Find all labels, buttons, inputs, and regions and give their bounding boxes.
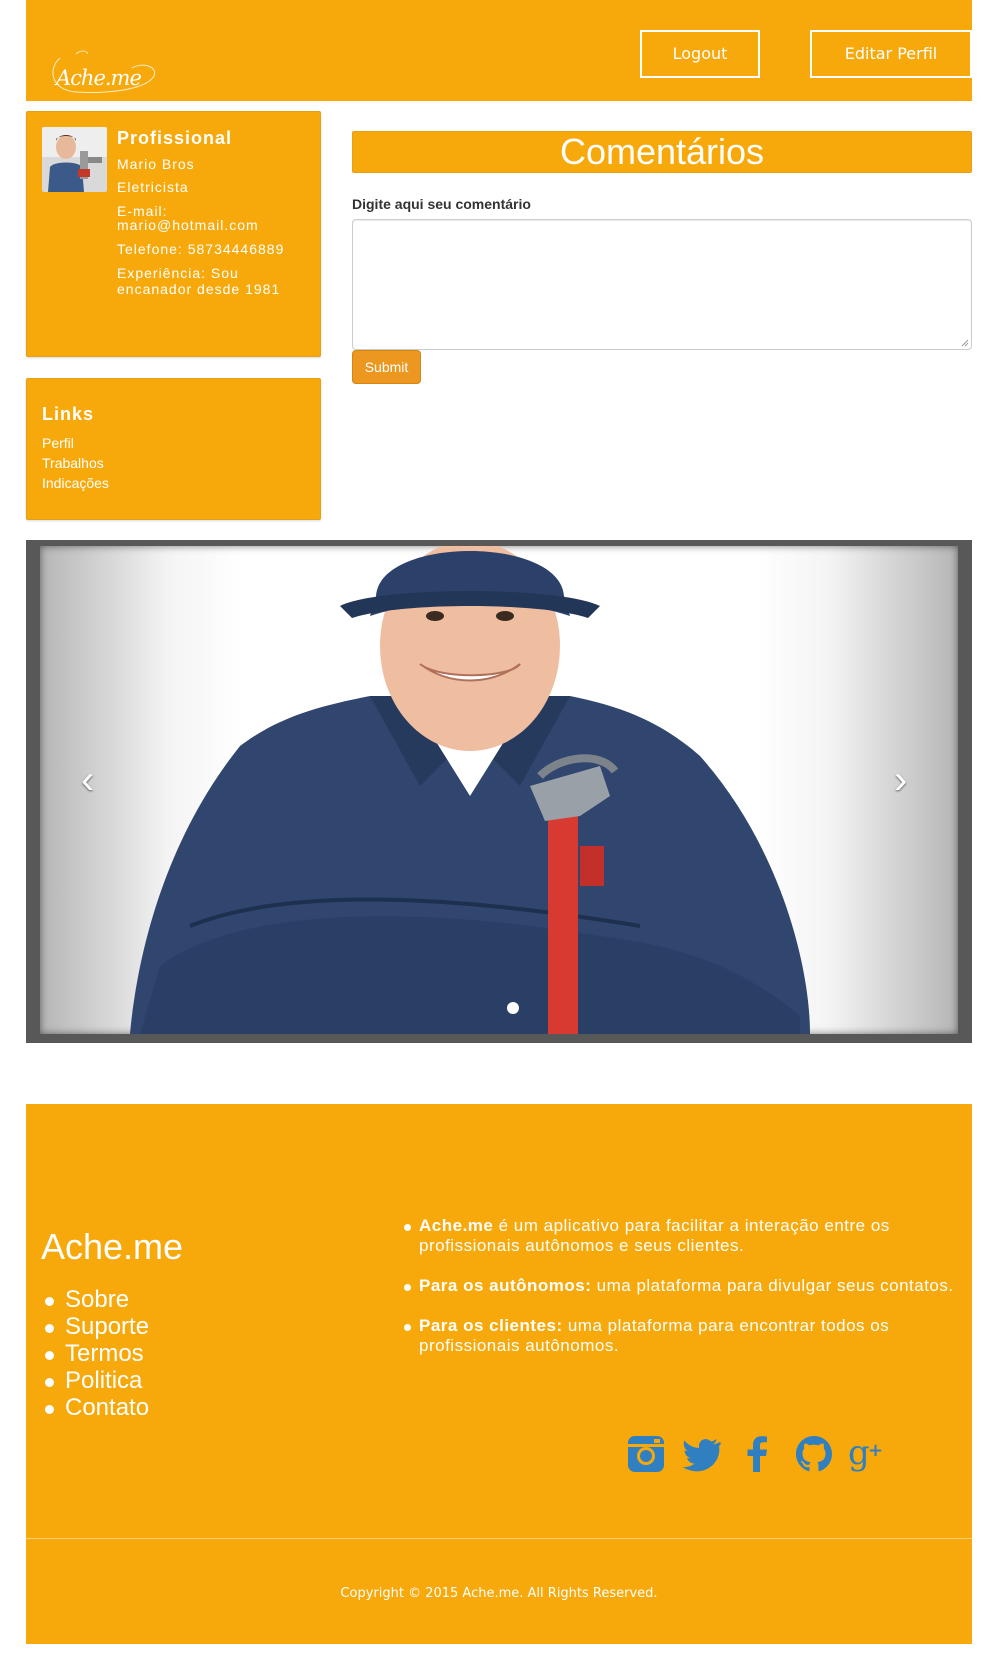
submit-button[interactable]: Submit [352,350,421,384]
about-item: Ache.me é um aplicativo para facilitar a… [402,1216,962,1256]
comment-textarea[interactable] [352,219,972,350]
profile-card: Profissional Mario Bros Eletricista E-ma… [26,111,321,357]
links-card: Links Perfil Trabalhos Indicações [26,378,321,520]
profile-profession: Eletricista [117,179,189,195]
footer-link-contato[interactable]: Contato [41,1394,149,1421]
profile-phone: Telefone: 58734446889 [117,241,285,257]
about-item: Para os clientes: uma plataforma para en… [402,1316,962,1356]
github-icon[interactable] [794,1434,834,1474]
twitter-icon[interactable] [682,1434,722,1474]
links-title: Links [42,404,95,424]
profile-email: mario@hotmail.com [117,217,259,233]
svg-text:+: + [868,1440,883,1461]
avatar [42,127,107,192]
profile-experience: Experiência: Sou encanador desde 1981 [117,265,281,297]
instagram-icon[interactable] [626,1434,666,1474]
footer-brand: Ache.me [41,1226,184,1267]
link-perfil[interactable]: Perfil [42,435,74,451]
footer-link-politica[interactable]: Politica [41,1367,149,1394]
profile-name: Mario Bros [117,156,195,172]
footer-link-sobre[interactable]: Sobre [41,1286,149,1313]
carousel-indicator-dot[interactable] [507,1002,519,1014]
link-indicacoes[interactable]: Indicações [42,475,109,491]
plumber-photo [130,541,810,1034]
footer-links: Sobre Suporte Termos Politica Contato [41,1286,149,1421]
footer-about-list: Ache.me é um aplicativo para facilitar a… [402,1216,962,1376]
svg-text:g: g [848,1434,870,1473]
copyright-text: Copyright © 2015 Ache.me. All Rights Res… [340,1586,658,1601]
footer-divider [26,1538,972,1539]
chevron-left-icon[interactable]: ‹ [81,758,94,803]
top-header: Ache.me Logout Editar Perfil [26,0,972,101]
logout-button[interactable]: Logout [640,30,760,78]
google-plus-icon[interactable]: g + [848,1434,888,1474]
carousel-slide [40,541,958,1034]
resize-handle-icon[interactable] [961,339,969,347]
link-trabalhos[interactable]: Trabalhos [42,455,104,471]
footer-link-suporte[interactable]: Suporte [41,1313,149,1340]
chevron-right-icon[interactable]: › [894,758,907,803]
logo[interactable]: Ache.me [56,66,142,90]
comment-label: Digite aqui seu comentário [352,196,531,212]
image-carousel: ‹ › [26,540,972,1043]
facebook-icon[interactable] [738,1434,778,1474]
profile-title: Profissional [117,128,233,148]
about-item: Para os autônomos: uma plataforma para d… [402,1276,962,1296]
footer-link-termos[interactable]: Termos [41,1340,149,1367]
site-footer: Ache.me Sobre Suporte Termos Politica Co… [26,1104,972,1644]
comments-title: Comentários [352,131,972,173]
edit-profile-button[interactable]: Editar Perfil [810,30,972,78]
